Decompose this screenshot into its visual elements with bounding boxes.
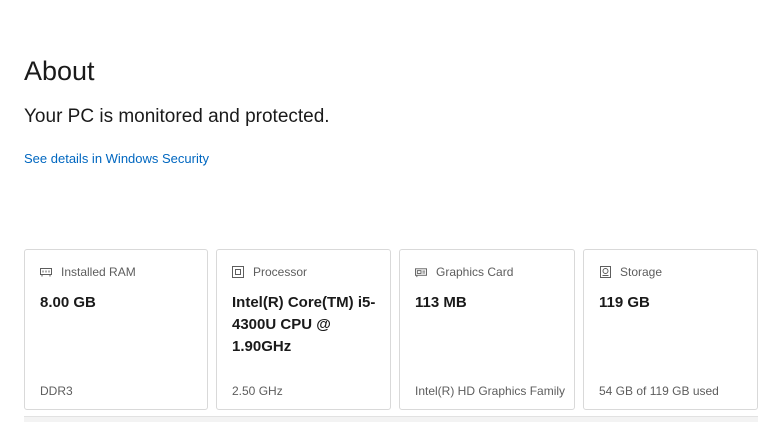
next-section-edge [24,416,758,422]
processor-card-header: Processor [232,265,307,279]
graphics-card-label: Graphics Card [436,265,514,279]
processor-card: Processor Intel(R) Core(TM) i5-4300U CPU… [216,249,391,410]
page-title: About [24,56,95,86]
protection-status-text: Your PC is monitored and protected. [24,106,330,127]
storage-card: Storage 119 GB 54 GB of 119 GB used [583,249,758,410]
storage-icon [599,266,611,278]
storage-card-header: Storage [599,265,662,279]
graphics-card-card: Graphics Card 113 MB Intel(R) HD Graphic… [399,249,575,410]
storage-label: Storage [620,265,663,279]
graphics-card-detail: Intel(R) HD Graphics Family [415,384,566,398]
processor-icon [232,266,244,278]
ram-card: Installed RAM 8.00 GB DDR3 [24,249,208,410]
storage-value: 119 GB [599,294,650,311]
ram-label: Installed RAM [61,265,136,279]
ram-card-header: Installed RAM [40,265,136,279]
storage-detail: 54 GB of 119 GB used [599,384,719,398]
processor-value: Intel(R) Core(TM) i5-4300U CPU @ 1.90GHz [232,294,376,355]
ram-icon [40,266,52,278]
windows-security-link[interactable]: See details in Windows Security [24,151,209,166]
processor-label: Processor [253,265,308,279]
ram-value: 8.00 GB [40,294,96,311]
graphics-card-value: 113 MB [415,294,467,311]
graphics-card-header: Graphics Card [415,265,513,279]
graphics-card-icon [415,266,427,278]
processor-detail: 2.50 GHz [232,384,283,398]
ram-detail: DDR3 [40,384,73,398]
